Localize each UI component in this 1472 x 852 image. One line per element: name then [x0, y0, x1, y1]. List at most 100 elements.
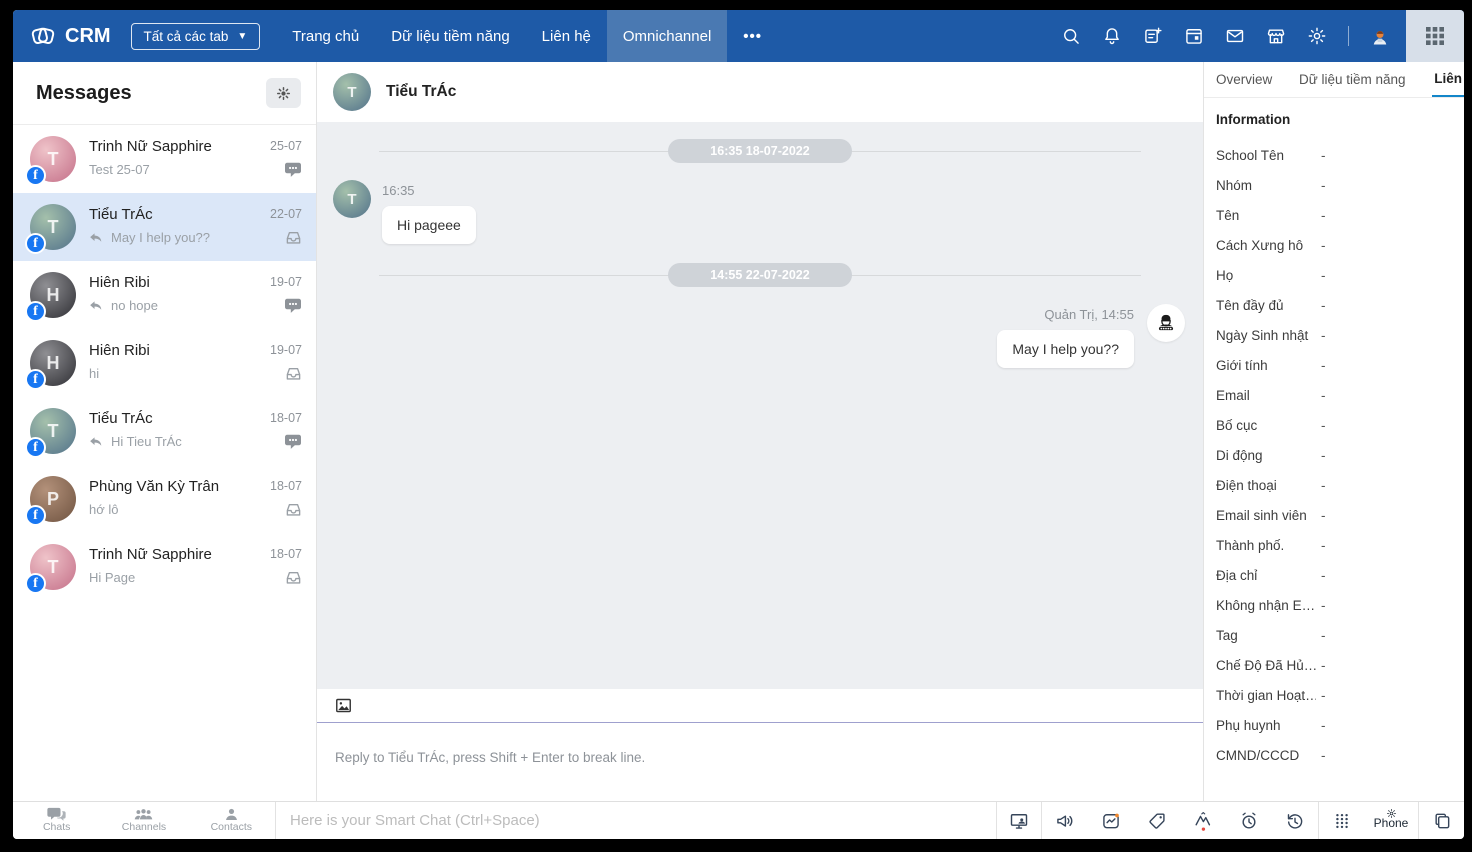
info-field-row: Giới tính -	[1216, 350, 1464, 380]
conversation-date: 19-07	[270, 275, 302, 289]
chat-contact-avatar[interactable]: T	[333, 73, 371, 111]
field-value[interactable]: -	[1316, 568, 1326, 583]
facebook-badge-icon: f	[25, 369, 46, 390]
field-value[interactable]: -	[1316, 418, 1326, 433]
bottom-tab-contacts[interactable]: Contacts	[188, 802, 275, 839]
info-field-row: Chế Độ Đã Hủ… -	[1216, 650, 1464, 680]
field-value[interactable]: -	[1316, 658, 1326, 673]
screen-share-icon[interactable]	[996, 802, 1042, 839]
messages-settings-button[interactable]	[266, 78, 301, 108]
panel-tab-overview[interactable]: Overview	[1216, 62, 1272, 97]
dialpad-icon[interactable]	[1318, 802, 1364, 839]
field-value[interactable]: -	[1316, 628, 1326, 643]
panel-tab-leads[interactable]: Dữ liệu tiềm năng	[1299, 62, 1406, 97]
chat-bubble-icon	[284, 162, 302, 178]
alarm-icon[interactable]	[1226, 802, 1272, 839]
field-value[interactable]: -	[1316, 388, 1326, 403]
channels-icon	[134, 808, 153, 822]
compose-icon[interactable]	[1143, 26, 1163, 46]
field-value[interactable]: -	[1316, 448, 1326, 463]
conversation-item[interactable]: T f Tiểu TrÁc May I help you?? 22-07	[13, 193, 316, 261]
marketplace-icon[interactable]	[1266, 26, 1286, 46]
chat-bubble-icon	[284, 434, 302, 450]
calendar-icon[interactable]	[1184, 26, 1204, 46]
bottom-tab-label: Contacts	[211, 821, 252, 833]
bottom-tab-chats[interactable]: Chats	[13, 802, 100, 839]
field-value[interactable]: -	[1316, 268, 1326, 283]
analytics-icon[interactable]	[1088, 802, 1134, 839]
smart-chat-input[interactable]	[276, 812, 996, 829]
field-value[interactable]: -	[1316, 688, 1326, 703]
mail-icon[interactable]	[1225, 26, 1245, 46]
field-value[interactable]: -	[1316, 238, 1326, 253]
field-label: Email	[1216, 388, 1316, 403]
all-tabs-dropdown[interactable]: Tất cả các tab ▼	[131, 23, 261, 50]
field-value[interactable]: -	[1316, 748, 1326, 763]
conversation-item[interactable]: T f Tiểu TrÁc Hi Tieu TrÁc 18-07	[13, 397, 316, 465]
conversation-item[interactable]: H f Hiên Ribi hi 19-07	[13, 329, 316, 397]
avatar: H f	[30, 272, 76, 318]
field-value[interactable]: -	[1316, 148, 1326, 163]
tag-icon[interactable]	[1134, 802, 1180, 839]
inbox-tray-icon	[285, 230, 302, 245]
chats-icon	[47, 807, 66, 822]
announcement-icon[interactable]	[1042, 802, 1088, 839]
field-value[interactable]: -	[1316, 718, 1326, 733]
field-value[interactable]: -	[1316, 358, 1326, 373]
info-field-row: Ngày Sinh nhật -	[1216, 320, 1464, 350]
crm-brand[interactable]: CRM	[13, 23, 131, 49]
conversation-date: 18-07	[270, 547, 302, 561]
bottom-tab-label: Channels	[122, 821, 166, 833]
date-pill: 14:55 22-07-2022	[668, 263, 851, 287]
info-field-row: Bố cục -	[1216, 410, 1464, 440]
bottom-tab-channels[interactable]: Channels	[100, 802, 187, 839]
reply-input[interactable]: Reply to Tiểu TrÁc, press Shift + Enter …	[317, 723, 1203, 801]
chat-message-area[interactable]: 16:35 18-07-2022 T 16:35 Hi pageee14:55 …	[317, 122, 1203, 689]
conversation-item[interactable]: P f Phùng Văn Kỳ Trân hớ lô 18-07	[13, 465, 316, 533]
field-value[interactable]: -	[1316, 178, 1326, 193]
messages-sidebar: Messages T f Trinh Nữ Sapphire Test 25-0…	[13, 62, 317, 801]
field-value[interactable]: -	[1316, 298, 1326, 313]
apps-grid-button[interactable]	[1406, 10, 1464, 62]
field-label: Email sinh viên	[1216, 508, 1316, 523]
field-value[interactable]: -	[1316, 478, 1326, 493]
info-field-row: Thành phố. -	[1216, 530, 1464, 560]
conversation-item[interactable]: T f Trinh Nữ Sapphire Test 25-07 25-07	[13, 125, 316, 193]
conversation-item[interactable]: T f Trinh Nữ Sapphire Hi Page 18-07	[13, 533, 316, 601]
field-value[interactable]: -	[1316, 328, 1326, 343]
field-value[interactable]: -	[1316, 208, 1326, 223]
field-label: Di động	[1216, 448, 1316, 463]
phone-button[interactable]: Phone	[1364, 802, 1418, 839]
conversation-snippet: hớ lô	[89, 502, 257, 517]
apps-grid-icon	[1424, 25, 1446, 47]
notifications-icon[interactable]	[1102, 26, 1122, 46]
zia-icon[interactable]	[1180, 802, 1226, 839]
field-label: Bố cục	[1216, 418, 1316, 433]
panel-tab-contacts[interactable]: Liên	[1432, 62, 1464, 97]
nav-tab-omnichannel[interactable]: Omnichannel	[607, 10, 727, 62]
nav-tab-leads[interactable]: Dữ liệu tiềm năng	[375, 10, 525, 62]
field-value[interactable]: -	[1316, 538, 1326, 553]
field-label: Địa chỉ	[1216, 568, 1316, 583]
conversation-snippet: Hi Page	[89, 570, 257, 585]
search-icon[interactable]	[1061, 26, 1081, 46]
conversation-item[interactable]: H f Hiên Ribi no hope 19-07	[13, 261, 316, 329]
facebook-badge-icon: f	[25, 505, 46, 526]
attach-image-icon[interactable]	[335, 697, 352, 714]
field-value[interactable]: -	[1316, 508, 1326, 523]
field-value[interactable]: -	[1316, 598, 1326, 613]
settings-icon[interactable]	[1307, 26, 1327, 46]
field-label: Tên đầy đủ	[1216, 298, 1316, 313]
user-avatar[interactable]	[1370, 26, 1390, 46]
gear-icon	[276, 86, 291, 101]
nav-tab-home[interactable]: Trang chủ	[276, 10, 375, 62]
conversation-snippet: no hope	[89, 298, 257, 313]
info-field-row: Nhóm -	[1216, 170, 1464, 200]
nav-tab-more[interactable]: •••	[727, 10, 778, 62]
history-icon[interactable]	[1272, 802, 1318, 839]
nav-tab-contacts[interactable]: Liên hệ	[526, 10, 607, 62]
conversation-snippet: May I help you??	[89, 230, 257, 245]
field-label: Điện thoại	[1216, 478, 1316, 493]
copy-icon[interactable]	[1418, 802, 1464, 839]
facebook-badge-icon: f	[25, 301, 46, 322]
